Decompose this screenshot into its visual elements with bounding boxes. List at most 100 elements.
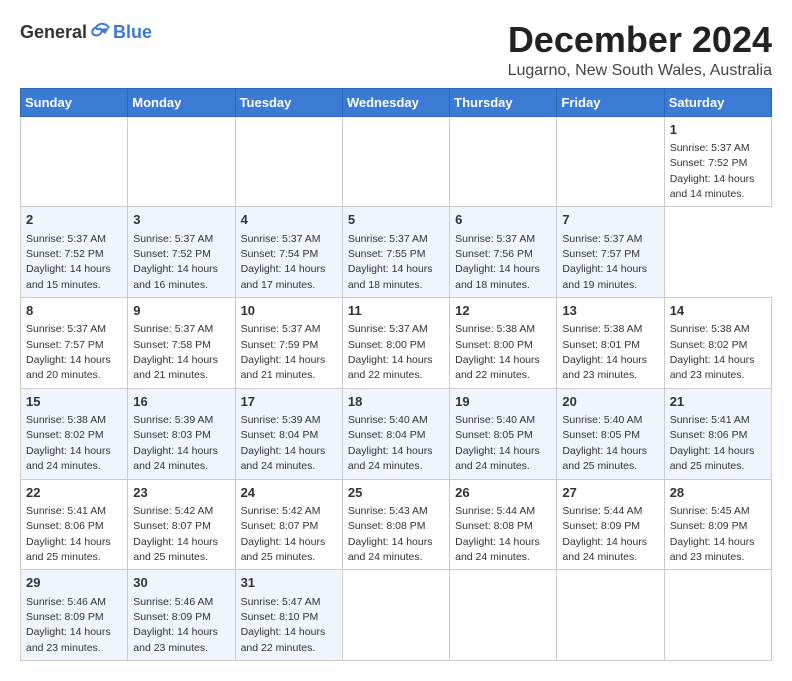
- header-day-monday: Monday: [128, 88, 235, 116]
- calendar-cell: 4 Sunrise: 5:37 AMSunset: 7:54 PMDaylight…: [235, 207, 342, 298]
- day-number: 10: [241, 302, 337, 320]
- calendar-cell: [128, 116, 235, 207]
- logo-general-text: General: [20, 22, 87, 43]
- day-number: 5: [348, 211, 444, 229]
- day-number: 31: [241, 574, 337, 592]
- day-info: Sunrise: 5:45 AMSunset: 8:09 PMDaylight:…: [670, 505, 755, 563]
- day-info: Sunrise: 5:43 AMSunset: 8:08 PMDaylight:…: [348, 505, 433, 563]
- header-day-wednesday: Wednesday: [342, 88, 449, 116]
- day-number: 8: [26, 302, 122, 320]
- day-number: 6: [455, 211, 551, 229]
- calendar-cell: 19Sunrise: 5:40 AMSunset: 8:05 PMDayligh…: [450, 388, 557, 479]
- calendar-cell: [557, 570, 664, 661]
- calendar-cell: 30 Sunrise: 5:46 AMSunset: 8:09 PMDayligh…: [128, 570, 235, 661]
- calendar-cell: 12 Sunrise: 5:38 AMSunset: 8:00 PMDayligh…: [450, 298, 557, 389]
- day-number: 9: [133, 302, 229, 320]
- calendar-cell: [557, 116, 664, 207]
- day-info: Sunrise: 5:37 AMSunset: 7:52 PMDaylight:…: [133, 233, 218, 291]
- day-info: Sunrise: 5:38 AMSunset: 8:00 PMDaylight:…: [455, 323, 540, 381]
- day-number: 21: [670, 393, 766, 411]
- calendar-cell: 14Sunrise: 5:38 AMSunset: 8:02 PMDayligh…: [664, 298, 771, 389]
- calendar-cell: [21, 116, 128, 207]
- header-row: SundayMondayTuesdayWednesdayThursdayFrid…: [21, 88, 772, 116]
- day-info: Sunrise: 5:47 AMSunset: 8:10 PMDaylight:…: [241, 596, 326, 654]
- day-number: 22: [26, 484, 122, 502]
- day-info: Sunrise: 5:44 AMSunset: 8:09 PMDaylight:…: [562, 505, 647, 563]
- calendar-cell: 31 Sunrise: 5:47 AMSunset: 8:10 PMDayligh…: [235, 570, 342, 661]
- day-info: Sunrise: 5:40 AMSunset: 8:04 PMDaylight:…: [348, 414, 433, 472]
- day-number: 20: [562, 393, 658, 411]
- day-info: Sunrise: 5:46 AMSunset: 8:09 PMDaylight:…: [26, 596, 111, 654]
- calendar-table: SundayMondayTuesdayWednesdayThursdayFrid…: [20, 88, 772, 662]
- day-number: 1: [670, 121, 766, 139]
- day-info: Sunrise: 5:38 AMSunset: 8:02 PMDaylight:…: [26, 414, 111, 472]
- logo-bird-icon: [89, 20, 113, 44]
- day-info: Sunrise: 5:41 AMSunset: 8:06 PMDaylight:…: [26, 505, 111, 563]
- calendar-cell: 29Sunrise: 5:46 AMSunset: 8:09 PMDayligh…: [21, 570, 128, 661]
- day-info: Sunrise: 5:42 AMSunset: 8:07 PMDaylight:…: [241, 505, 326, 563]
- calendar-cell: [450, 116, 557, 207]
- day-info: Sunrise: 5:37 AMSunset: 7:54 PMDaylight:…: [241, 233, 326, 291]
- calendar-cell: 5 Sunrise: 5:37 AMSunset: 7:55 PMDaylight…: [342, 207, 449, 298]
- day-number: 15: [26, 393, 122, 411]
- day-info: Sunrise: 5:39 AMSunset: 8:03 PMDaylight:…: [133, 414, 218, 472]
- week-row-1: 1 Sunrise: 5:37 AMSunset: 7:52 PMDaylight…: [21, 116, 772, 207]
- day-number: 18: [348, 393, 444, 411]
- week-row-6: 29Sunrise: 5:46 AMSunset: 8:09 PMDayligh…: [21, 570, 772, 661]
- day-number: 13: [562, 302, 658, 320]
- calendar-cell: 15 Sunrise: 5:38 AMSunset: 8:02 PMDayligh…: [21, 388, 128, 479]
- week-row-5: 22 Sunrise: 5:41 AMSunset: 8:06 PMDayligh…: [21, 479, 772, 570]
- calendar-cell: 22 Sunrise: 5:41 AMSunset: 8:06 PMDayligh…: [21, 479, 128, 570]
- day-number: 16: [133, 393, 229, 411]
- day-info: Sunrise: 5:40 AMSunset: 8:05 PMDaylight:…: [562, 414, 647, 472]
- calendar-cell: 23Sunrise: 5:42 AMSunset: 8:07 PMDayligh…: [128, 479, 235, 570]
- calendar-cell: 9 Sunrise: 5:37 AMSunset: 7:58 PMDaylight…: [128, 298, 235, 389]
- day-number: 7: [562, 211, 658, 229]
- day-info: Sunrise: 5:38 AMSunset: 8:02 PMDaylight:…: [670, 323, 755, 381]
- main-title: December 2024: [508, 20, 772, 60]
- day-number: 25: [348, 484, 444, 502]
- day-info: Sunrise: 5:37 AMSunset: 7:58 PMDaylight:…: [133, 323, 218, 381]
- calendar-cell: 6Sunrise: 5:37 AMSunset: 7:56 PMDaylight…: [450, 207, 557, 298]
- day-info: Sunrise: 5:42 AMSunset: 8:07 PMDaylight:…: [133, 505, 218, 563]
- day-number: 12: [455, 302, 551, 320]
- day-info: Sunrise: 5:44 AMSunset: 8:08 PMDaylight:…: [455, 505, 540, 563]
- day-number: 28: [670, 484, 766, 502]
- day-number: 27: [562, 484, 658, 502]
- day-info: Sunrise: 5:37 AMSunset: 7:57 PMDaylight:…: [26, 323, 111, 381]
- calendar-cell: 18 Sunrise: 5:40 AMSunset: 8:04 PMDayligh…: [342, 388, 449, 479]
- header-day-sunday: Sunday: [21, 88, 128, 116]
- day-number: 4: [241, 211, 337, 229]
- day-number: 24: [241, 484, 337, 502]
- calendar-cell: 21 Sunrise: 5:41 AMSunset: 8:06 PMDayligh…: [664, 388, 771, 479]
- calendar-cell: 25 Sunrise: 5:43 AMSunset: 8:08 PMDayligh…: [342, 479, 449, 570]
- calendar-cell: 28 Sunrise: 5:45 AMSunset: 8:09 PMDayligh…: [664, 479, 771, 570]
- title-section: December 2024 Lugarno, New South Wales, …: [508, 20, 772, 80]
- calendar-cell: 16 Sunrise: 5:39 AMSunset: 8:03 PMDayligh…: [128, 388, 235, 479]
- day-info: Sunrise: 5:46 AMSunset: 8:09 PMDaylight:…: [133, 596, 218, 654]
- calendar-cell: [342, 116, 449, 207]
- day-number: 17: [241, 393, 337, 411]
- logo: General Blue: [20, 20, 152, 44]
- day-number: 30: [133, 574, 229, 592]
- day-number: 3: [133, 211, 229, 229]
- day-info: Sunrise: 5:37 AMSunset: 7:55 PMDaylight:…: [348, 233, 433, 291]
- calendar-cell: 1 Sunrise: 5:37 AMSunset: 7:52 PMDaylight…: [664, 116, 771, 207]
- calendar-cell: 8 Sunrise: 5:37 AMSunset: 7:57 PMDaylight…: [21, 298, 128, 389]
- calendar-cell: 11Sunrise: 5:37 AMSunset: 8:00 PMDayligh…: [342, 298, 449, 389]
- header-day-thursday: Thursday: [450, 88, 557, 116]
- calendar-cell: 17 Sunrise: 5:39 AMSunset: 8:04 PMDayligh…: [235, 388, 342, 479]
- week-row-3: 8 Sunrise: 5:37 AMSunset: 7:57 PMDaylight…: [21, 298, 772, 389]
- day-info: Sunrise: 5:37 AMSunset: 7:57 PMDaylight:…: [562, 233, 647, 291]
- day-info: Sunrise: 5:37 AMSunset: 7:59 PMDaylight:…: [241, 323, 326, 381]
- day-info: Sunrise: 5:41 AMSunset: 8:06 PMDaylight:…: [670, 414, 755, 472]
- day-info: Sunrise: 5:39 AMSunset: 8:04 PMDaylight:…: [241, 414, 326, 472]
- calendar-cell: 20 Sunrise: 5:40 AMSunset: 8:05 PMDayligh…: [557, 388, 664, 479]
- header-day-tuesday: Tuesday: [235, 88, 342, 116]
- calendar-cell: [342, 570, 449, 661]
- subtitle: Lugarno, New South Wales, Australia: [508, 62, 772, 80]
- calendar-cell: 2Sunrise: 5:37 AMSunset: 7:52 PMDaylight…: [21, 207, 128, 298]
- day-info: Sunrise: 5:37 AMSunset: 7:52 PMDaylight:…: [26, 233, 111, 291]
- day-info: Sunrise: 5:37 AMSunset: 7:52 PMDaylight:…: [670, 142, 755, 200]
- day-info: Sunrise: 5:37 AMSunset: 8:00 PMDaylight:…: [348, 323, 433, 381]
